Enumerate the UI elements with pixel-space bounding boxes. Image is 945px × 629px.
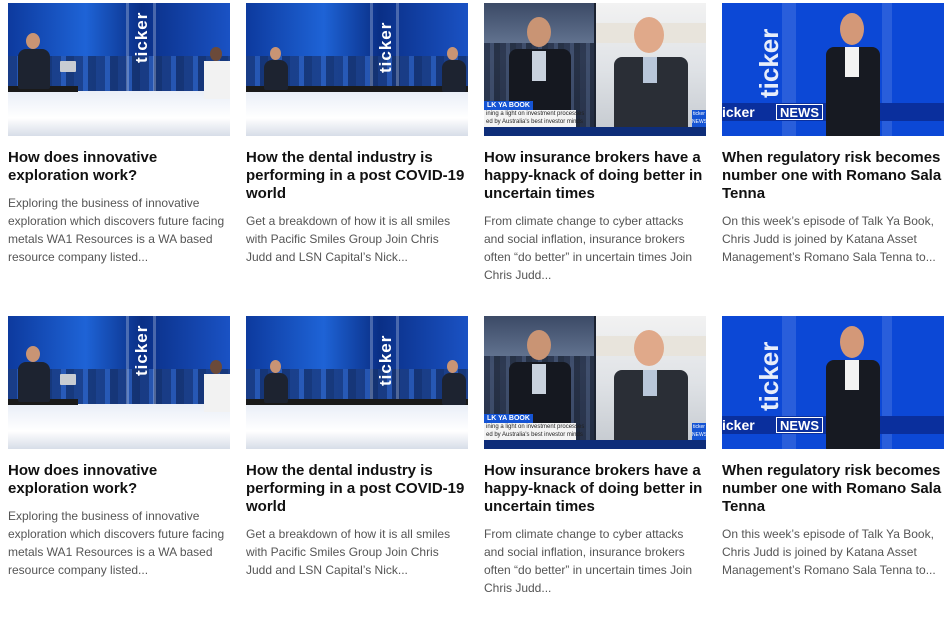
video-title[interactable]: How does innovative exploration work?: [8, 149, 230, 185]
ticker-news-badge: ticker NEWS: [692, 110, 706, 127]
ticker-vertical-logo: ticker: [754, 341, 784, 411]
ticker-logo: icker: [722, 104, 755, 120]
video-thumbnail[interactable]: ticker: [8, 3, 230, 136]
video-title[interactable]: When regulatory risk becomes number one …: [722, 149, 944, 203]
news-box: NEWS: [776, 104, 823, 120]
news-box: NEWS: [776, 417, 823, 433]
video-card[interactable]: ticker How does innovative exploration w…: [8, 3, 230, 316]
video-thumbnail[interactable]: ticker: [246, 3, 468, 136]
video-title[interactable]: How insurance brokers have a happy-knack…: [484, 149, 706, 203]
video-description: On this week’s episode of Talk Ya Book, …: [722, 527, 936, 577]
ticker-logo: ticker: [132, 11, 151, 63]
video-thumbnail[interactable]: ticker: [246, 316, 468, 449]
video-thumbnail[interactable]: ticker icker NEWS: [722, 316, 944, 449]
ticker-news-badge: ticker NEWS: [692, 423, 706, 440]
video-card[interactable]: LK YA BOOK ining a light on investment p…: [484, 3, 706, 316]
video-thumbnail[interactable]: LK YA BOOK ining a light on investment p…: [484, 316, 706, 449]
video-title[interactable]: How the dental industry is performing in…: [246, 149, 468, 203]
video-card[interactable]: ticker icker NEWS When regulatory risk b…: [722, 3, 944, 316]
video-description: On this week’s episode of Talk Ya Book, …: [722, 214, 936, 264]
video-title[interactable]: How the dental industry is performing in…: [246, 462, 468, 516]
video-thumbnail[interactable]: LK YA BOOK ining a light on investment p…: [484, 3, 706, 136]
video-description: From climate change to cyber attacks and…: [484, 214, 693, 282]
video-description: Exploring the business of innovative exp…: [8, 509, 225, 577]
video-description: Get a breakdown of how it is all smiles …: [246, 527, 451, 577]
video-card[interactable]: ticker How the dental industry is perfor…: [246, 3, 468, 316]
video-thumbnail[interactable]: ticker: [8, 316, 230, 449]
video-thumbnail[interactable]: ticker icker NEWS: [722, 3, 944, 136]
video-title[interactable]: How insurance brokers have a happy-knack…: [484, 462, 706, 516]
video-card[interactable]: ticker How does innovative exploration w…: [8, 316, 230, 629]
ticker-logo: ticker: [376, 21, 395, 73]
video-card[interactable]: ticker How the dental industry is perfor…: [246, 316, 468, 629]
ticker-logo: icker: [722, 417, 755, 433]
ticker-vertical-logo: ticker: [754, 28, 784, 98]
video-description: Get a breakdown of how it is all smiles …: [246, 214, 451, 264]
video-title[interactable]: When regulatory risk becomes number one …: [722, 462, 944, 516]
video-description: From climate change to cyber attacks and…: [484, 527, 693, 595]
video-title[interactable]: How does innovative exploration work?: [8, 462, 230, 498]
video-card[interactable]: ticker icker NEWS When regulatory risk b…: [722, 316, 944, 629]
video-grid: ticker How does innovative exploration w…: [8, 3, 944, 629]
ticker-logo: ticker: [376, 334, 395, 386]
ticker-logo: ticker: [132, 324, 151, 376]
video-description: Exploring the business of innovative exp…: [8, 196, 225, 264]
video-card[interactable]: LK YA BOOK ining a light on investment p…: [484, 316, 706, 629]
